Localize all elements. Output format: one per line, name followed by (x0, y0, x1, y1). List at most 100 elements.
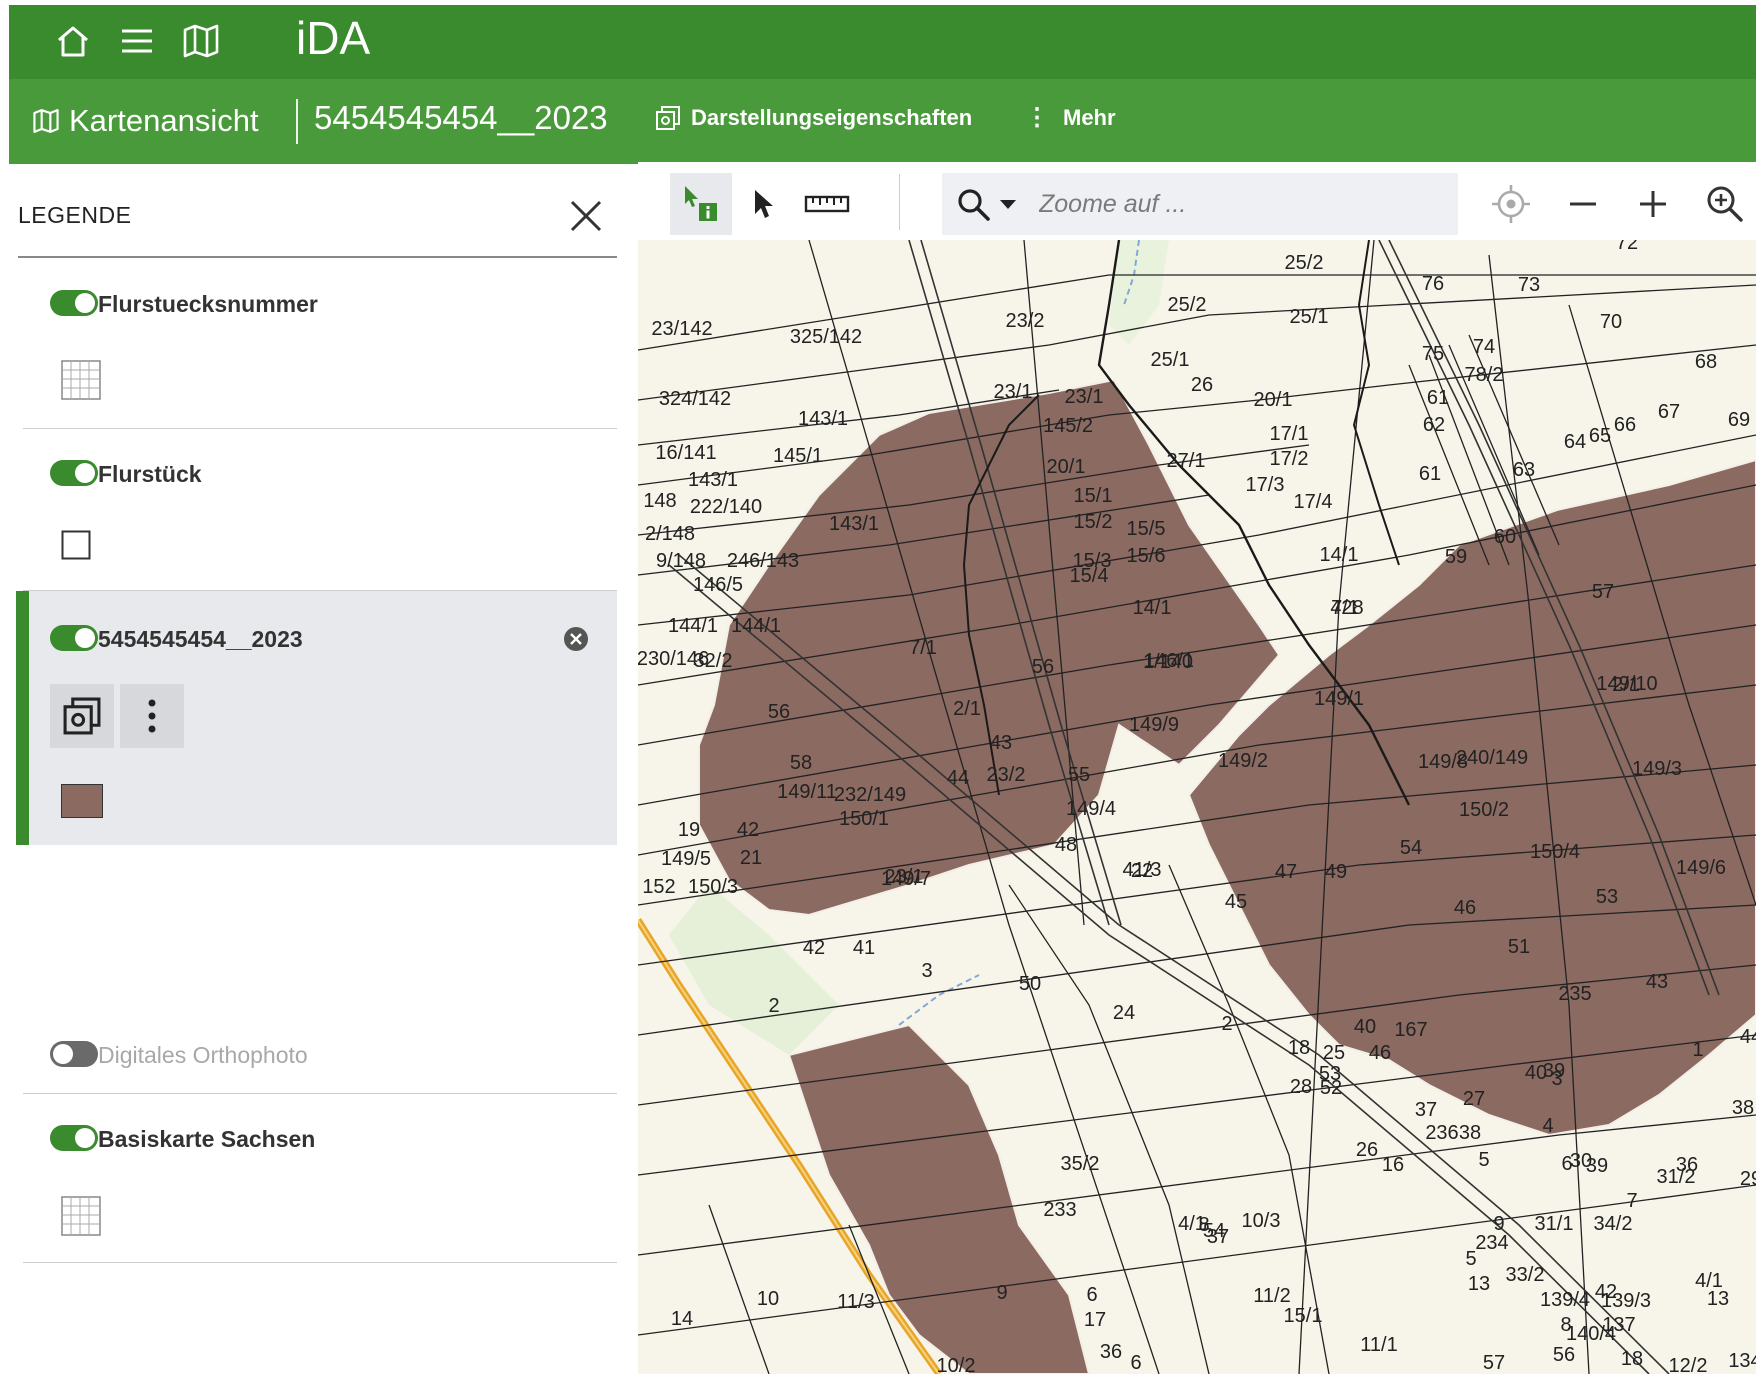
parcel-label: 11/1 (1360, 1334, 1397, 1356)
ruler-icon (804, 195, 850, 213)
parcel-label: 21 (740, 847, 762, 869)
parcel-label: 37 (1415, 1099, 1437, 1121)
view-selector[interactable]: Kartenansicht (31, 103, 259, 139)
parcel-label: 149/1 (1314, 688, 1364, 710)
parcel-label: 150/1 (839, 808, 889, 830)
remove-layer-icon[interactable] (562, 625, 590, 653)
parcel-label: 66 (1614, 414, 1636, 436)
parcel-label: 28 (1290, 1076, 1312, 1098)
parcel-label: 31/2 (1657, 1166, 1696, 1188)
parcel-label: 17/3 (1246, 474, 1285, 496)
parcel-label: 4 (1542, 1115, 1553, 1137)
parcel-label: 43 (1646, 971, 1668, 993)
layer-toggle-basiskarte[interactable] (50, 1125, 98, 1151)
parcel-label: 235 (1558, 983, 1591, 1005)
parcel-label: 139/3 (1601, 1290, 1651, 1312)
info-select-icon (685, 186, 717, 221)
parcel-label: 17/2 (1270, 448, 1309, 470)
parcel-label: 68 (1695, 351, 1717, 373)
parcel-label: 23/1 (1065, 386, 1104, 408)
parcel-label: 59 (1445, 546, 1467, 568)
parcel-label: 150/2 (1459, 799, 1509, 821)
parcel-label: 149/2 (1218, 750, 1268, 772)
parcel-label: 9 (996, 1282, 1007, 1304)
parcel-label: 428 (1330, 597, 1363, 619)
parcel-label: 246/143 (727, 550, 799, 572)
menu-icon[interactable] (117, 19, 157, 63)
parcel-label: 69 (1728, 409, 1750, 431)
parcel-label: 2 (1221, 1013, 1232, 1035)
measure-tool[interactable] (797, 173, 857, 235)
layer-settings-button[interactable] (50, 684, 114, 748)
project-title: 5454545454__2023 (314, 99, 608, 136)
parcel-label: 52 (1320, 1077, 1342, 1099)
parcel-label: 149/3 (1632, 758, 1682, 780)
parcel-label: 15/2 (1074, 511, 1113, 533)
close-icon[interactable] (564, 194, 608, 238)
parcel-label: 20/1 (1047, 456, 1086, 478)
parcel-label: 10 (757, 1288, 779, 1310)
pointer-icon (755, 190, 773, 218)
parcel-label: 72 (1616, 240, 1638, 254)
vertical-dots-icon: ⋮ (1025, 104, 1049, 131)
grid-symbol-icon (61, 1196, 101, 1236)
cadastral-map[interactable]: 25/2 76 73 72 23/142 325/142 23/2 25/2 2… (638, 240, 1756, 1374)
home-icon[interactable] (53, 19, 93, 63)
display-properties-button[interactable]: Darstellungseigenschaften (655, 105, 972, 131)
parcel-label: 40 (1525, 1062, 1547, 1084)
parcel-label: 25/2 (1285, 252, 1324, 274)
parcel-label: 70 (1600, 311, 1622, 333)
layer-name-flurstueck: Flurstück (98, 461, 202, 487)
map-icon[interactable] (181, 19, 221, 63)
parcel-label: 167 (1394, 1019, 1427, 1041)
layer-name-basiskarte: Basiskarte Sachsen (98, 1126, 316, 1152)
parcel-label: 67 (1658, 401, 1680, 423)
select-tool[interactable] (739, 173, 789, 235)
parcel-label: 57 (1483, 1352, 1505, 1374)
parcel-label: 143/1 (688, 469, 738, 491)
layer-toggle-orthophoto[interactable] (50, 1041, 98, 1067)
zoom-search-box[interactable] (942, 173, 1458, 235)
parcel-label: 49 (1325, 861, 1347, 883)
parcel-label: 232/149 (834, 784, 906, 806)
layer-toggle-project[interactable] (50, 625, 98, 651)
parcel-label: 53 (1596, 886, 1618, 908)
parcel-label: 60 (1494, 526, 1516, 548)
parcel-label: 17/4 (1294, 491, 1333, 513)
more-button[interactable]: ⋮ Mehr (1025, 105, 1116, 131)
parcel-label: 325/142 (790, 326, 862, 348)
parcel-label: 44 (947, 767, 969, 789)
parcel-label: 25/1 (1290, 306, 1329, 328)
parcel-label: 46 (1369, 1042, 1391, 1064)
zoom-search-icon[interactable] (1700, 173, 1750, 235)
app-window: iDA Kartenansicht 5454545454__2023 Darst… (9, 5, 1756, 1374)
parcel-label: 64 (1564, 431, 1586, 453)
layer-more-button[interactable] (120, 684, 184, 748)
parcel-label: 27/1 (1167, 450, 1206, 472)
parcel-label: 9/148 (656, 550, 706, 572)
parcel-label: 222/140 (690, 496, 762, 518)
toolbar-divider (899, 174, 900, 230)
layer-toggle-flurstuecksnummer[interactable] (50, 290, 98, 316)
search-icon[interactable] (956, 187, 992, 223)
parcel-label: 41 (853, 937, 875, 959)
layer-toggle-flurstueck[interactable] (50, 460, 98, 486)
parcel-label: 3 (921, 960, 932, 982)
parcel-label: 40 (1354, 1016, 1376, 1038)
app-name: iDA (296, 12, 371, 64)
parcel-label: 146/5 (693, 574, 743, 596)
parcel-label: 324/142 (659, 388, 731, 410)
locate-icon[interactable] (1486, 173, 1536, 235)
parcel-label: 14/1 (1320, 544, 1359, 566)
parcel-label: 17 (1084, 1309, 1106, 1331)
parcel-label: 233 (1043, 1199, 1076, 1221)
active-layer-item[interactable]: 5454545454__2023 (16, 591, 617, 845)
parcel-label: 15/1 (1284, 1305, 1323, 1327)
zoom-out-icon[interactable] (1558, 173, 1608, 235)
zoom-in-icon[interactable] (1628, 173, 1678, 235)
chevron-down-icon[interactable] (999, 199, 1017, 211)
map-view[interactable]: 25/2 76 73 72 23/142 325/142 23/2 25/2 2… (638, 162, 1756, 1374)
vertical-dots-icon (148, 699, 156, 733)
info-select-tool[interactable] (670, 173, 732, 235)
zoom-search-input[interactable] (1037, 185, 1441, 223)
